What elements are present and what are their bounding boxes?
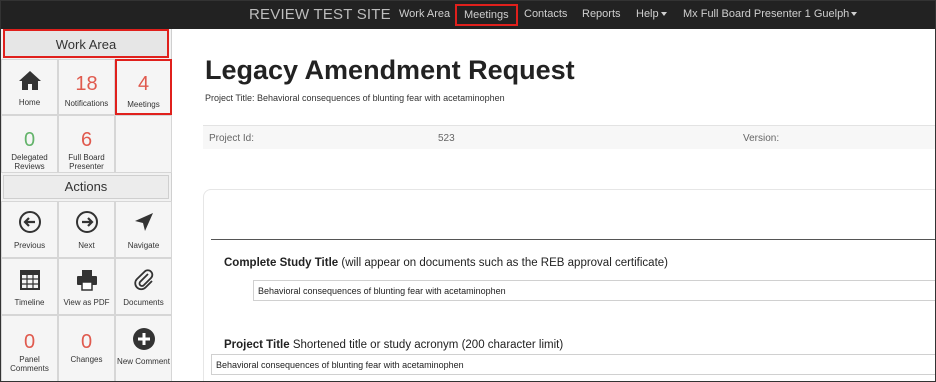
arrow-left-circle-icon [18,211,41,233]
action-new-comment-label: New Comment [117,357,170,366]
action-new-comment[interactable]: New Comment [115,315,172,381]
plus-circle-icon [132,328,155,350]
project-title-label-rest: Shortened title or study acronym (200 ch… [289,339,564,351]
complete-study-title-label-bold: Complete Study Title [224,257,339,269]
navigate-arrow-icon [134,213,153,231]
complete-study-title-input[interactable]: Behavioral consequences of blunting fear… [253,280,935,301]
chevron-down-icon [660,12,667,17]
tile-full-board-presenter-label: Full Board Presenter [68,153,105,171]
project-title-label: Project Title Shortened title or study a… [224,339,563,351]
nav-help-dropdown[interactable]: Help [636,8,667,20]
project-id-label: Project Id: [209,133,255,144]
nav-user-label: Mx Full Board Presenter 1 Guelph [683,8,850,20]
changes-count: 0 [80,331,93,353]
project-id-value: 523 [438,133,455,144]
version-label: Version: [743,133,780,144]
tile-empty [115,115,172,173]
tile-meetings[interactable]: 4 Meetings [115,59,172,115]
notifications-count: 18 [75,73,98,95]
action-view-as-pdf[interactable]: View as PDF [58,258,115,315]
action-documents-label: Documents [123,298,164,307]
action-next-label: Next [78,241,95,250]
project-title-line: Project Title: Behavioral consequences o… [205,93,505,103]
tile-delegated-reviews[interactable]: 0 Delegated Reviews [1,115,58,173]
action-navigate-label: Navigate [127,241,160,250]
action-documents[interactable]: Documents [115,258,172,315]
home-icon [18,71,41,90]
tile-notifications[interactable]: 18 Notifications [58,59,115,115]
tile-notifications-label: Notifications [64,99,109,108]
project-title-input[interactable]: Behavioral consequences of blunting fear… [211,354,935,375]
nav-contacts[interactable]: Contacts [524,8,567,20]
action-changes-label: Changes [70,355,103,364]
site-brand[interactable]: REVIEW TEST SITE [249,6,391,23]
tile-full-board-presenter[interactable]: 6 Full Board Presenter [58,115,115,173]
nav-user-dropdown[interactable]: Mx Full Board Presenter 1 Guelph [683,8,858,20]
action-timeline-label: Timeline [14,298,45,307]
complete-study-title-label: Complete Study Title (will appear on doc… [224,257,668,269]
tile-meetings-label: Meetings [127,100,160,109]
tile-delegated-reviews-label: Delegated Reviews [11,153,48,171]
tile-home-label: Home [18,98,41,107]
sidebar: Work Area Home 18 Notifications 4 Meetin… [1,29,172,381]
main-content: Legacy Amendment Request Project Title: … [173,29,935,381]
calendar-icon [19,270,40,290]
action-panel-comments[interactable]: 0 Panel Comments [1,315,58,381]
complete-study-title-label-rest: (will appear on documents such as the RE… [338,257,668,269]
action-timeline[interactable]: Timeline [1,258,58,315]
project-info-bar: Project Id: 523 Version: [203,125,935,149]
action-view-as-pdf-label: View as PDF [63,298,110,307]
top-navbar: REVIEW TEST SITE Work Area Meetings Cont… [1,1,935,29]
tile-home[interactable]: Home [1,59,58,115]
nav-work-area[interactable]: Work Area [399,8,450,20]
action-previous[interactable]: Previous [1,201,58,258]
printer-icon [76,270,97,291]
work-area-header[interactable]: Work Area [3,29,169,58]
action-previous-label: Previous [13,241,46,250]
action-panel-comments-label: Panel Comments [10,355,49,373]
action-navigate[interactable]: Navigate [115,201,172,258]
nav-help-label: Help [636,8,659,20]
section-divider [211,239,935,240]
app-window: REVIEW TEST SITE Work Area Meetings Cont… [0,0,936,382]
delegated-reviews-count: 0 [23,129,36,151]
arrow-right-circle-icon [75,211,98,233]
nav-reports[interactable]: Reports [582,8,621,20]
nav-meetings[interactable]: Meetings [455,4,518,26]
action-next[interactable]: Next [58,201,115,258]
action-changes[interactable]: 0 Changes [58,315,115,381]
chevron-down-icon [851,12,858,17]
actions-header: Actions [3,175,169,199]
full-board-presenter-count: 6 [80,129,93,151]
panel-comments-count: 0 [23,331,36,353]
meetings-count: 4 [137,73,150,95]
paperclip-icon [133,269,153,291]
project-title-label-bold: Project Title [224,339,290,351]
page-title: Legacy Amendment Request [205,55,575,85]
